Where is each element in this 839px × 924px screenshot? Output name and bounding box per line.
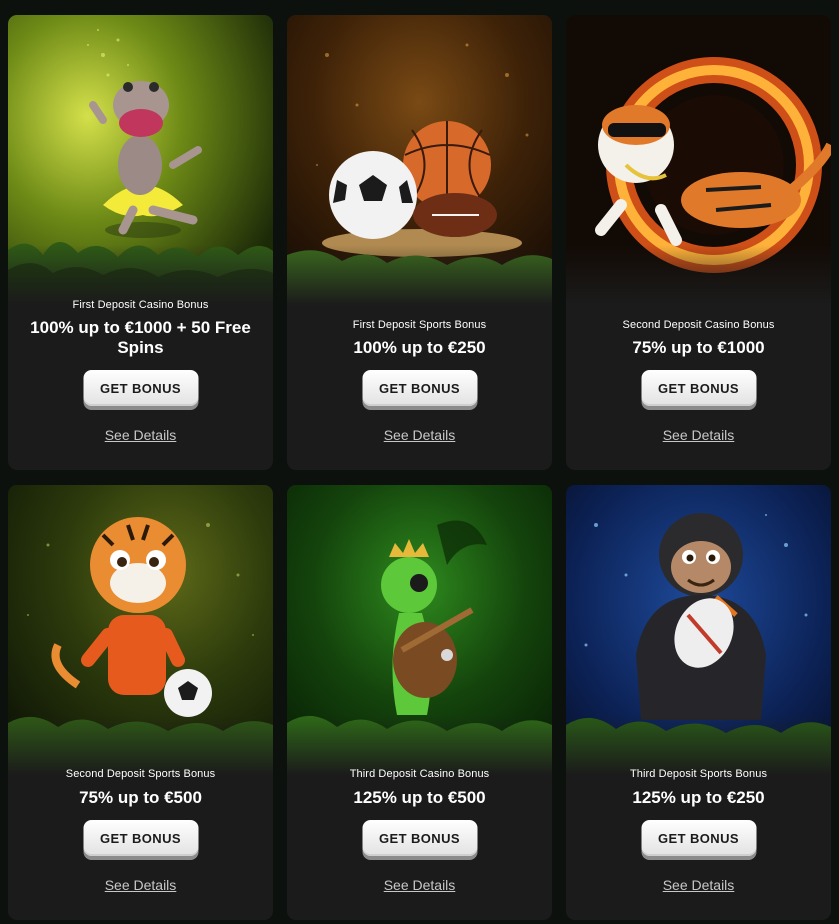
bonus-grid: First Deposit Casino Bonus 100% up to €1…: [8, 15, 833, 920]
bonus-offer: 75% up to €500: [79, 788, 202, 807]
bonus-offer: 125% up to €500: [353, 788, 486, 807]
see-details-link[interactable]: See Details: [566, 427, 831, 443]
card-info: First Deposit Sports Bonus 100% up to €2…: [287, 295, 552, 470]
turtle-king-guitar-illustration: [287, 485, 552, 775]
get-bonus-button[interactable]: GET BONUS: [362, 820, 477, 856]
card-info: First Deposit Casino Bonus 100% up to €1…: [8, 295, 273, 470]
bonus-offer: 75% up to €1000: [632, 338, 765, 357]
get-bonus-button[interactable]: GET BONUS: [83, 820, 198, 856]
bonus-subtitle: Second Deposit Sports Bonus: [65, 768, 216, 780]
bonus-card-second-deposit-sports: Second Deposit Sports Bonus 75% up to €5…: [8, 485, 273, 920]
bonus-offer: 100% up to €1000 + 50 Free Spins: [30, 318, 251, 357]
sports-balls-illustration: [287, 15, 552, 305]
get-bonus-button[interactable]: GET BONUS: [641, 370, 756, 406]
bonus-card-third-deposit-sports: Third Deposit Sports Bonus 125% up to €2…: [566, 485, 831, 920]
get-bonus-button[interactable]: GET BONUS: [83, 370, 198, 406]
get-bonus-button[interactable]: GET BONUS: [641, 820, 756, 856]
see-details-link[interactable]: See Details: [8, 877, 273, 893]
tiger-cub-football-illustration: [8, 485, 273, 775]
tiger-fire-ring-illustration: [566, 15, 831, 305]
card-info: Second Deposit Casino Bonus 75% up to €1…: [566, 295, 831, 470]
card-info: Second Deposit Sports Bonus 75% up to €5…: [8, 764, 273, 920]
card-info: Third Deposit Sports Bonus 125% up to €2…: [566, 764, 831, 920]
bonus-card-third-deposit-casino: Third Deposit Casino Bonus 125% up to €5…: [287, 485, 552, 920]
get-bonus-button[interactable]: GET BONUS: [362, 370, 477, 406]
gorilla-rugby-illustration: [566, 485, 831, 775]
see-details-link[interactable]: See Details: [287, 427, 552, 443]
bonus-subtitle: First Deposit Casino Bonus: [72, 299, 209, 311]
see-details-link[interactable]: See Details: [8, 427, 273, 443]
card-info: Third Deposit Casino Bonus 125% up to €5…: [287, 764, 552, 920]
bonus-card-first-deposit-sports: First Deposit Sports Bonus 100% up to €2…: [287, 15, 552, 470]
bonus-subtitle: Third Deposit Casino Bonus: [349, 768, 490, 780]
bonus-subtitle: First Deposit Sports Bonus: [352, 319, 487, 331]
bonus-offer: 125% up to €250: [632, 788, 765, 807]
see-details-link[interactable]: See Details: [566, 877, 831, 893]
bonus-offer: 100% up to €250: [353, 338, 486, 357]
bonus-subtitle: Third Deposit Sports Bonus: [629, 768, 768, 780]
bonus-card-second-deposit-casino: Second Deposit Casino Bonus 75% up to €1…: [566, 15, 831, 470]
see-details-link[interactable]: See Details: [287, 877, 552, 893]
bonus-subtitle: Second Deposit Casino Bonus: [622, 319, 775, 331]
hippo-ballerina-illustration: [8, 15, 273, 305]
bonus-card-first-deposit-casino: First Deposit Casino Bonus 100% up to €1…: [8, 15, 273, 470]
